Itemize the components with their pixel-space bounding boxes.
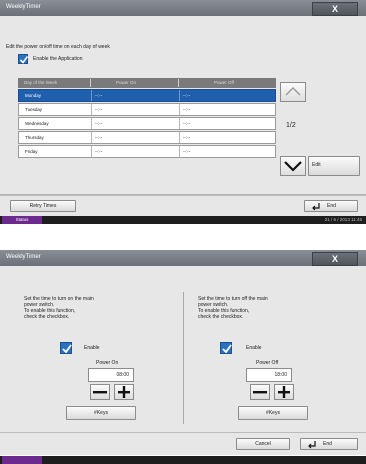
end-button-label: End xyxy=(327,203,336,209)
power-on-enable-label: Enable xyxy=(84,345,100,351)
table-row-friday[interactable]: Friday --:-- --:-- xyxy=(18,145,276,158)
row-power-off-cell: --:-- xyxy=(183,93,191,98)
bottom-bar: Cancel End xyxy=(0,432,366,455)
title-bar: WeeklyTimer X xyxy=(0,250,366,266)
table-row-tuesday[interactable]: Tuesday --:-- --:-- xyxy=(18,103,276,116)
end-button[interactable]: End xyxy=(300,438,358,450)
row-power-off-cell: --:-- xyxy=(183,135,191,140)
row-power-on-cell: --:-- xyxy=(95,149,103,154)
power-off-enable-checkbox[interactable] xyxy=(220,342,232,354)
power-on-label: Power On xyxy=(96,360,119,366)
cancel-button[interactable]: Cancel xyxy=(236,438,290,450)
power-off-time-field[interactable]: 18:00 xyxy=(246,368,292,382)
check-icon xyxy=(222,344,232,354)
row-power-on-cell: --:-- xyxy=(95,121,103,126)
power-on-instructions: Set the time to turn on the main power s… xyxy=(24,296,94,320)
column-header-day: Day of the Week xyxy=(24,80,58,85)
table-header: Day of the Week Power On Power Off xyxy=(18,78,276,88)
row-power-on-cell: --:-- xyxy=(95,107,103,112)
row-day-cell: Thursday xyxy=(25,135,44,140)
panel-divider xyxy=(183,292,184,424)
row-day-cell: Friday xyxy=(25,149,38,154)
scroll-down-button[interactable] xyxy=(280,156,306,176)
enable-application-checkbox[interactable] xyxy=(18,54,29,64)
row-day-cell: Wednesday xyxy=(25,121,49,126)
plus-icon xyxy=(278,386,290,398)
status-tab[interactable] xyxy=(2,456,42,464)
row-power-on-cell: --:-- xyxy=(95,93,103,98)
power-on-plus-button[interactable] xyxy=(114,384,134,400)
date-time: 21 / 6 / 2013 11:45 xyxy=(324,217,362,222)
page-indicator: 1/2 xyxy=(286,122,296,129)
power-off-enable-label: Enable xyxy=(246,345,262,351)
status-button[interactable]: Status xyxy=(2,216,42,224)
title-bar: WeeklyTimer X xyxy=(0,0,366,16)
check-icon xyxy=(62,344,72,354)
power-off-instructions: Set the time to turn off the main power … xyxy=(198,296,268,320)
table-row-monday[interactable]: Monday --:-- --:-- xyxy=(18,89,276,102)
enter-icon xyxy=(308,441,316,449)
window-title: WeeklyTimer xyxy=(6,254,41,260)
power-off-label: Power Off xyxy=(256,360,279,366)
row-day-cell: Monday xyxy=(25,93,42,98)
power-on-minus-button[interactable] xyxy=(90,384,110,400)
scroll-up-icon xyxy=(285,87,301,96)
bottom-bar: Retry Times End xyxy=(0,195,366,216)
instruction-text: Edit the power on/off time on each day o… xyxy=(6,44,110,50)
retry-times-button[interactable]: Retry Times xyxy=(10,200,76,212)
table-row-thursday[interactable]: Thursday --:-- --:-- xyxy=(18,131,276,144)
row-day-cell: Tuesday xyxy=(25,107,43,112)
close-button[interactable]: X xyxy=(312,252,358,266)
row-power-off-cell: --:-- xyxy=(183,149,191,154)
minus-icon xyxy=(93,391,107,394)
scroll-up-button[interactable] xyxy=(280,82,306,102)
power-on-enable-checkbox[interactable] xyxy=(60,342,72,354)
plus-icon xyxy=(118,386,130,398)
window-title: WeeklyTimer xyxy=(6,4,41,10)
power-off-keys-button[interactable]: #Keys xyxy=(238,406,308,420)
power-off-minus-button[interactable] xyxy=(250,384,270,400)
row-power-off-cell: --:-- xyxy=(183,121,191,126)
status-bar: Status 21 / 6 / 2013 11:45 xyxy=(0,216,366,224)
content-area: Edit the power on/off time on each day o… xyxy=(0,16,366,195)
column-header-power-on: Power On xyxy=(116,80,137,85)
minus-icon xyxy=(253,391,267,394)
weekly-timer-edit-screen: WeeklyTimer X Set the time to turn on th… xyxy=(0,250,366,464)
enter-icon xyxy=(312,203,320,211)
status-bar xyxy=(0,456,366,464)
power-on-keys-button[interactable]: #Keys xyxy=(66,406,136,420)
instruction-line: check the checkbox. xyxy=(24,314,70,320)
enable-application-label: Enable the Application xyxy=(33,56,83,62)
instruction-line: check the checkbox. xyxy=(198,314,244,320)
check-icon xyxy=(19,56,29,64)
close-button[interactable]: X xyxy=(312,2,358,16)
weekly-timer-list-screen: WeeklyTimer X Edit the power on/off time… xyxy=(0,0,366,232)
end-button[interactable]: End xyxy=(304,200,358,212)
power-off-plus-button[interactable] xyxy=(274,384,294,400)
row-power-off-cell: --:-- xyxy=(183,107,191,112)
column-header-power-off: Power Off xyxy=(214,80,234,85)
end-button-label: End xyxy=(323,441,332,447)
edit-button[interactable]: Edit xyxy=(308,156,360,176)
scroll-down-icon xyxy=(284,161,302,172)
table-row-wednesday[interactable]: Wednesday --:-- --:-- xyxy=(18,117,276,130)
row-power-on-cell: --:-- xyxy=(95,135,103,140)
power-on-time-field[interactable]: 08:00 xyxy=(88,368,134,382)
content-area: Set the time to turn on the main power s… xyxy=(0,266,366,432)
